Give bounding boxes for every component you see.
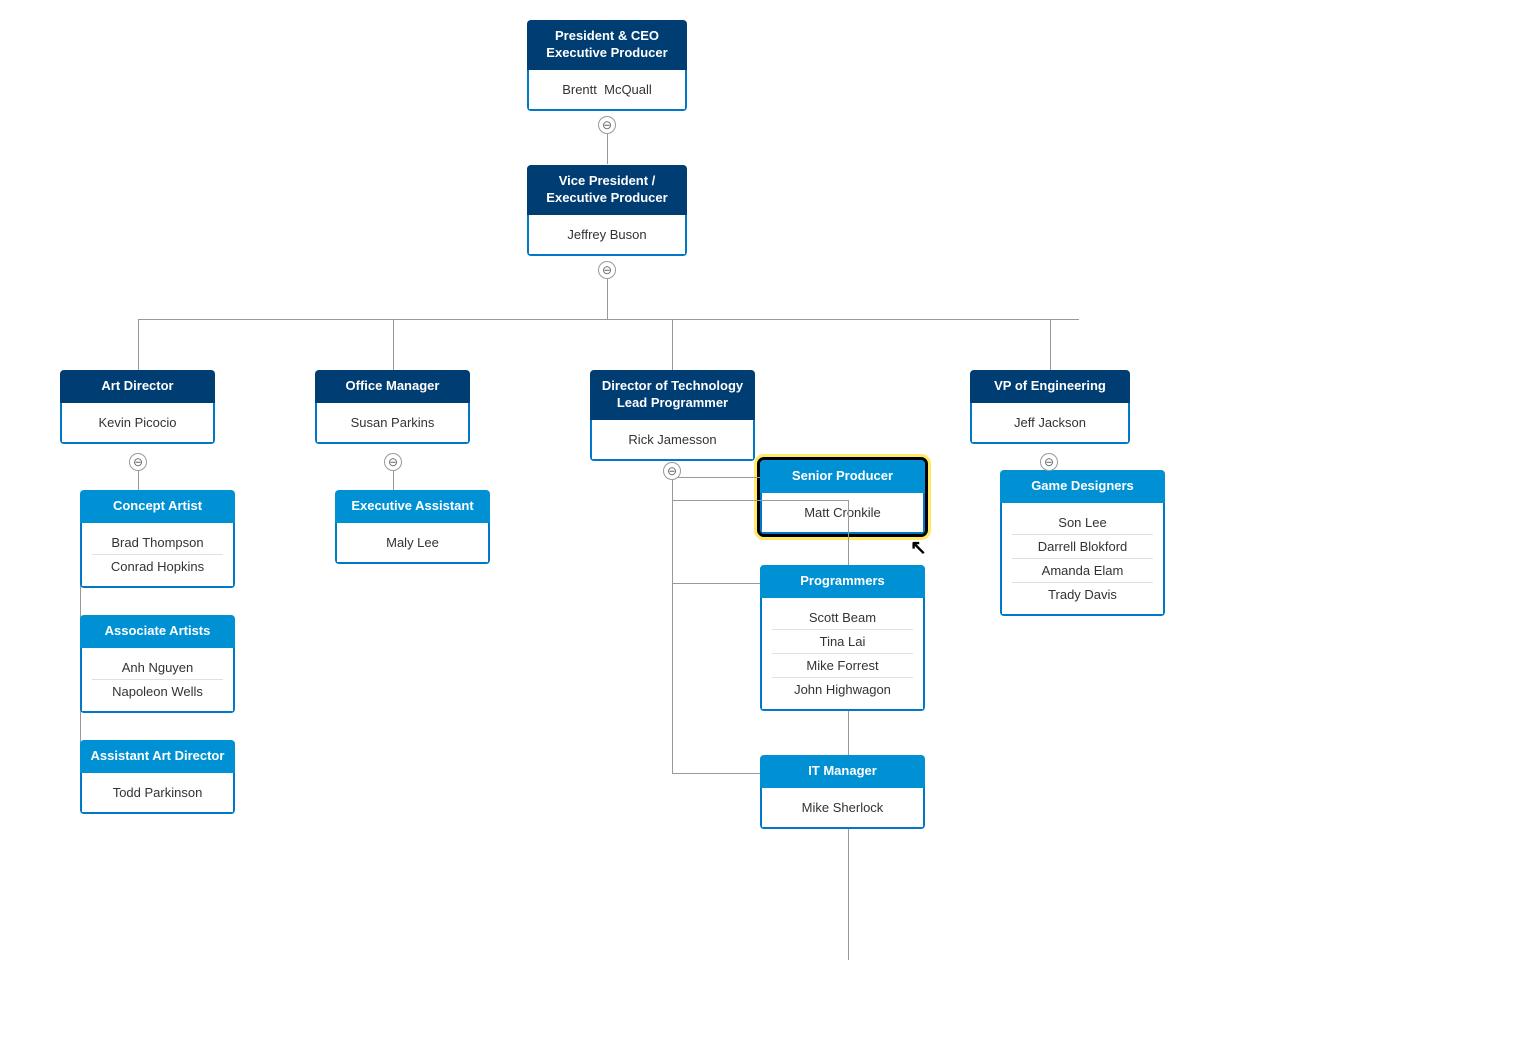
assoc-artists-body: Anh Nguyen Napoleon Wells	[80, 648, 235, 713]
dot-body: Rick Jamesson	[590, 420, 755, 461]
assoc-artists-person-2: Napoleon Wells	[92, 680, 223, 703]
concept-artist-body: Brad Thompson Conrad Hopkins	[80, 523, 235, 588]
game-designers-person-1: Son Lee	[1012, 511, 1153, 535]
dot-person: Rick Jamesson	[602, 428, 743, 451]
senior-producer-header: Senior Producer	[760, 460, 925, 493]
asst-art-dir-person: Todd Parkinson	[92, 781, 223, 804]
it-manager-person: Mike Sherlock	[772, 796, 913, 819]
office-manager-person: Susan Parkins	[327, 411, 458, 434]
vp-eng-collapse-btn[interactable]: ⊖	[1040, 453, 1058, 471]
org-chart: President & CEOExecutive Producer Brentt…	[0, 0, 1522, 40]
office-manager-collapse-btn[interactable]: ⊖	[384, 453, 402, 471]
assoc-artists-node[interactable]: Associate Artists Anh Nguyen Napoleon We…	[80, 615, 235, 713]
it-manager-body: Mike Sherlock	[760, 788, 925, 829]
vp-eng-node[interactable]: VP of Engineering Jeff Jackson	[970, 370, 1130, 444]
it-manager-node[interactable]: IT Manager Mike Sherlock	[760, 755, 925, 829]
ceo-body: Brentt McQuall	[527, 70, 687, 111]
assoc-artists-header: Associate Artists	[80, 615, 235, 648]
art-director-body: Kevin Picocio	[60, 403, 215, 444]
game-designers-header: Game Designers	[1000, 470, 1165, 503]
concept-artist-header: Concept Artist	[80, 490, 235, 523]
ceo-node[interactable]: President & CEOExecutive Producer Brentt…	[527, 20, 687, 111]
programmers-body: Scott Beam Tina Lai Mike Forrest John Hi…	[760, 598, 925, 711]
game-designers-person-3: Amanda Elam	[1012, 559, 1153, 583]
office-manager-node[interactable]: Office Manager Susan Parkins	[315, 370, 470, 444]
office-manager-body: Susan Parkins	[315, 403, 470, 444]
ceo-person: Brentt McQuall	[539, 78, 675, 101]
asst-art-dir-body: Todd Parkinson	[80, 773, 235, 814]
game-designers-person-4: Trady Davis	[1012, 583, 1153, 606]
it-manager-header: IT Manager	[760, 755, 925, 788]
programmers-header: Programmers	[760, 565, 925, 598]
vp-exec-node[interactable]: Vice President /Executive Producer Jeffr…	[527, 165, 687, 256]
ceo-header: President & CEOExecutive Producer	[527, 20, 687, 70]
exec-assistant-person: Maly Lee	[347, 531, 478, 554]
exec-assistant-node[interactable]: Executive Assistant Maly Lee	[335, 490, 490, 564]
dot-header: Director of TechnologyLead Programmer	[590, 370, 755, 420]
senior-producer-node[interactable]: Senior Producer Matt Cronkile	[760, 460, 925, 534]
vp-exec-header: Vice President /Executive Producer	[527, 165, 687, 215]
programmers-person-4: John Highwagon	[772, 678, 913, 701]
programmers-person-3: Mike Forrest	[772, 654, 913, 678]
programmers-person-2: Tina Lai	[772, 630, 913, 654]
art-director-person: Kevin Picocio	[72, 411, 203, 434]
vp-exec-person: Jeffrey Buson	[539, 223, 675, 246]
game-designers-body: Son Lee Darrell Blokford Amanda Elam Tra…	[1000, 503, 1165, 616]
ceo-collapse-btn[interactable]: ⊖	[598, 116, 616, 134]
programmers-person-1: Scott Beam	[772, 606, 913, 630]
concept-artist-person-1: Brad Thompson	[92, 531, 223, 555]
concept-artist-node[interactable]: Concept Artist Brad Thompson Conrad Hopk…	[80, 490, 235, 588]
assoc-artists-person-1: Anh Nguyen	[92, 656, 223, 680]
vp-exec-collapse-btn[interactable]: ⊖	[598, 261, 616, 279]
exec-assistant-header: Executive Assistant	[335, 490, 490, 523]
dot-node[interactable]: Director of TechnologyLead Programmer Ri…	[590, 370, 755, 461]
senior-producer-person: Matt Cronkile	[772, 501, 913, 524]
move-cursor-icon: ↖	[910, 535, 927, 560]
dot-collapse-btn[interactable]: ⊖	[663, 462, 681, 480]
office-manager-header: Office Manager	[315, 370, 470, 403]
game-designers-person-2: Darrell Blokford	[1012, 535, 1153, 559]
concept-artist-person-2: Conrad Hopkins	[92, 555, 223, 578]
exec-assistant-body: Maly Lee	[335, 523, 490, 564]
vp-eng-person: Jeff Jackson	[982, 411, 1118, 434]
vp-exec-body: Jeffrey Buson	[527, 215, 687, 256]
art-director-header: Art Director	[60, 370, 215, 403]
game-designers-node[interactable]: Game Designers Son Lee Darrell Blokford …	[1000, 470, 1165, 616]
vp-eng-header: VP of Engineering	[970, 370, 1130, 403]
programmers-node[interactable]: Programmers Scott Beam Tina Lai Mike For…	[760, 565, 925, 711]
art-director-node[interactable]: Art Director Kevin Picocio	[60, 370, 215, 444]
asst-art-dir-header: Assistant Art Director	[80, 740, 235, 773]
vp-eng-body: Jeff Jackson	[970, 403, 1130, 444]
art-director-collapse-btn[interactable]: ⊖	[129, 453, 147, 471]
asst-art-dir-node[interactable]: Assistant Art Director Todd Parkinson	[80, 740, 235, 814]
